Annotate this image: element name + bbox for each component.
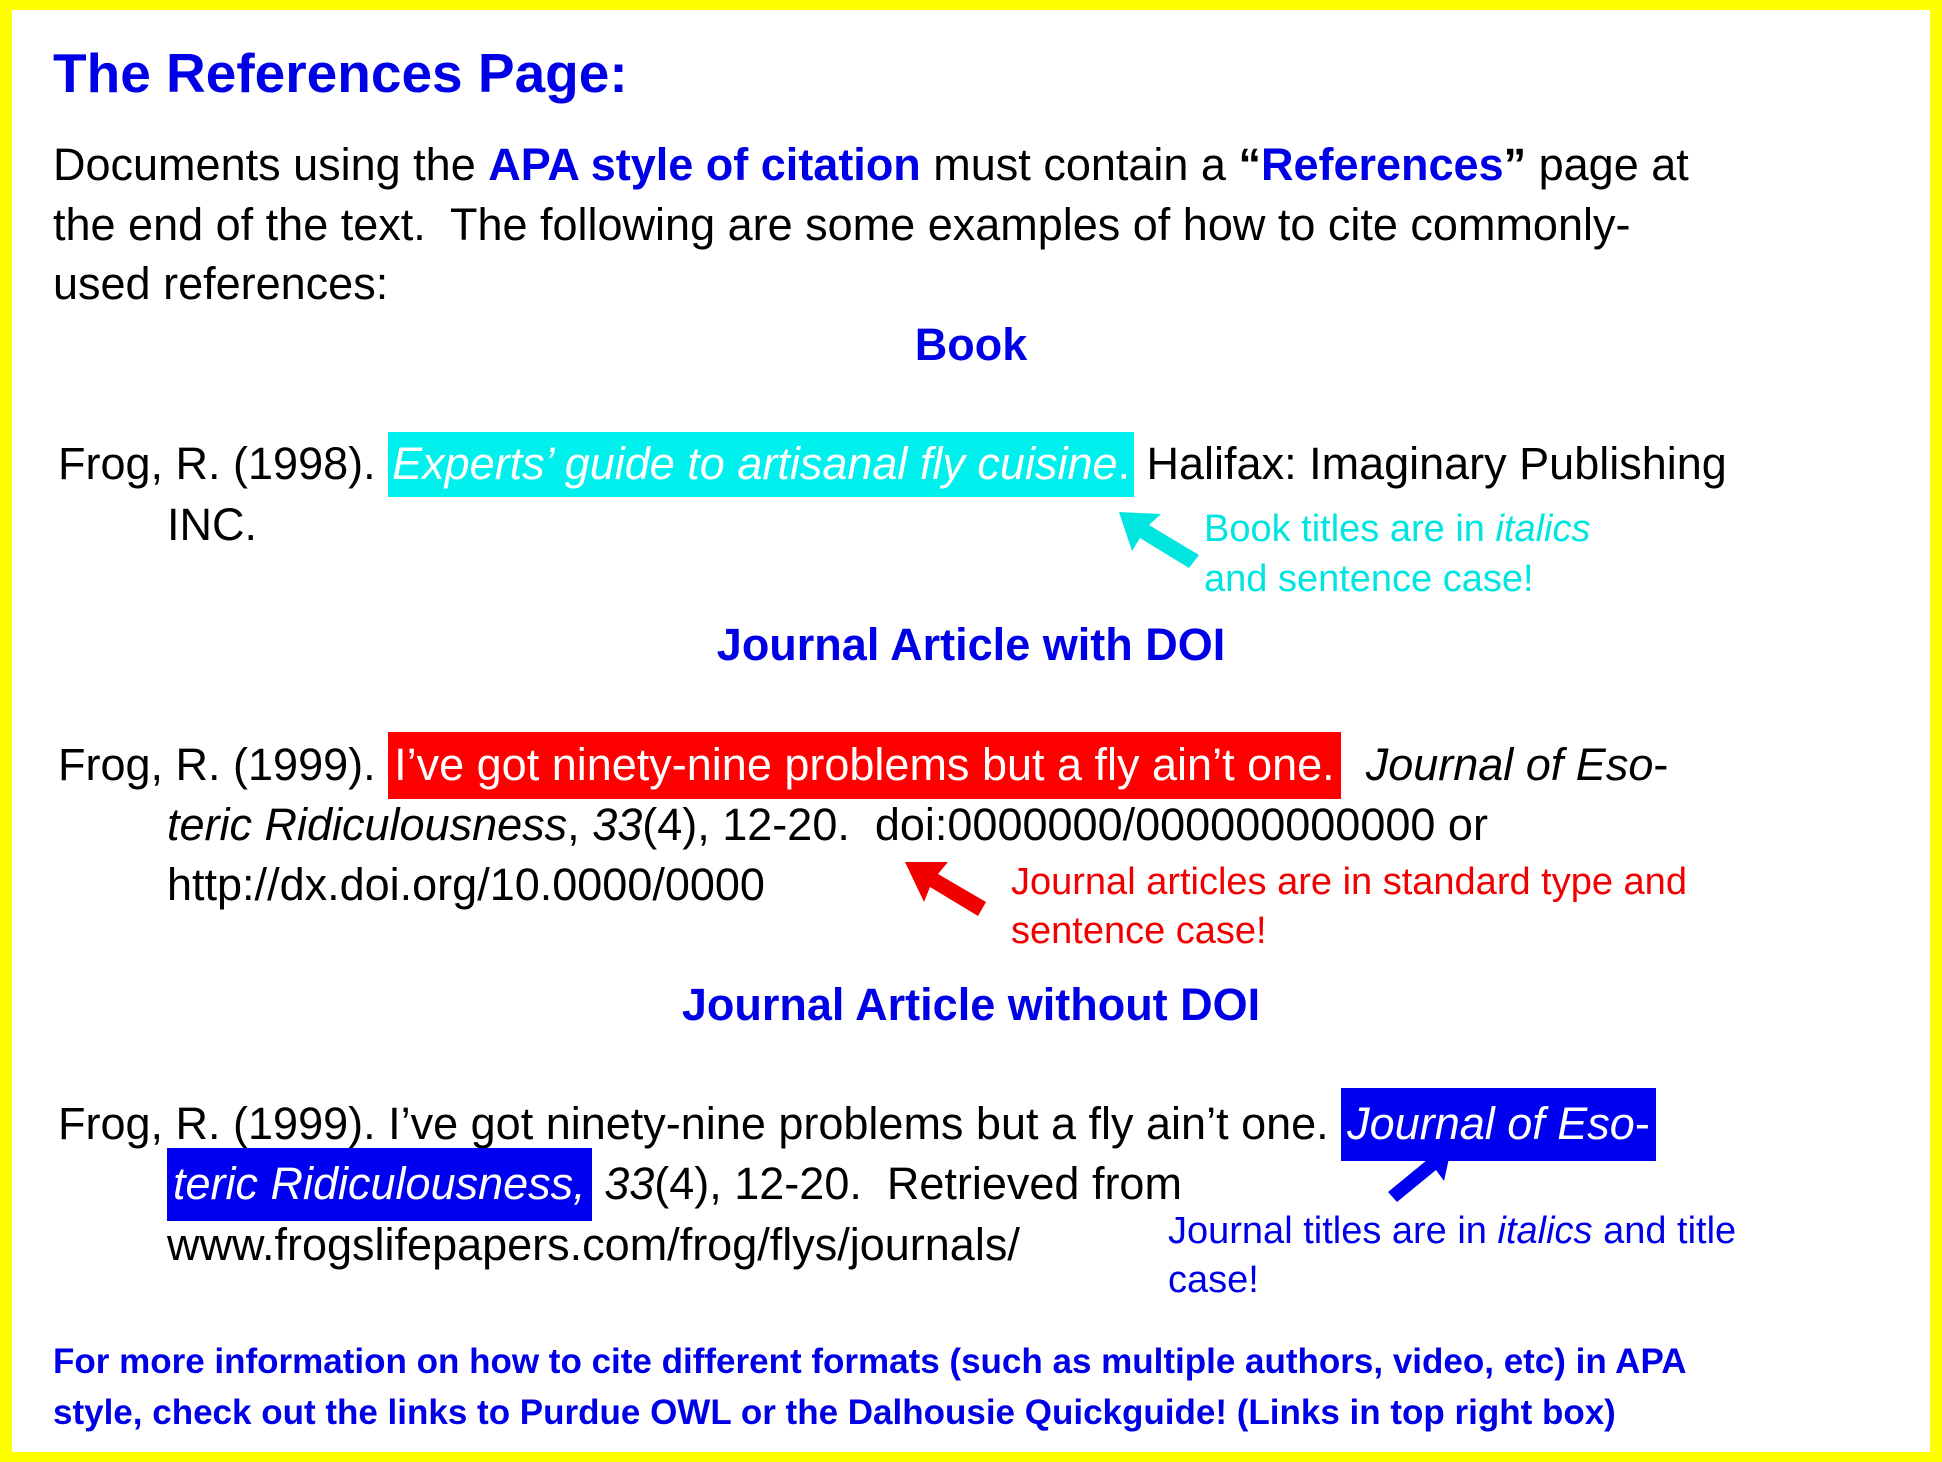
- doi-reference-line-1: Frog, R. (1999). I’ve got ninety-nine pr…: [58, 732, 1668, 799]
- apa-style-emphasis: APA style of citation: [488, 139, 921, 190]
- arrow-up-left-icon: [1119, 512, 1199, 568]
- doi-note-line-2: sentence case!: [1011, 910, 1267, 952]
- doi-reference-line-2: teric Ridiculousness, 33(4), 12-20. doi:…: [167, 799, 1488, 850]
- intro-line-1: Documents using the APA style of citatio…: [53, 139, 1689, 190]
- journal-note-line-1: Journal titles are in italics and title: [1168, 1210, 1737, 1252]
- doi-reference-line-3: http://dx.doi.org/10.0000/0000: [167, 859, 765, 910]
- arrow-up-left-icon: [905, 862, 986, 916]
- article-title-highlight: I’ve got ninety-nine problems but a fly …: [388, 732, 1341, 799]
- references-emphasis: References: [1260, 139, 1504, 190]
- intro-line-3: used references:: [53, 258, 389, 309]
- book-note-line-2: and sentence case!: [1204, 558, 1534, 600]
- book-heading: Book: [914, 319, 1028, 370]
- doi-note-line-1: Journal articles are in standard type an…: [1011, 861, 1687, 903]
- intro-line-2: the end of the text. The following are s…: [53, 199, 1631, 250]
- no-doi-reference-line-3: www.frogslifepapers.com/frog/flys/journa…: [167, 1219, 1020, 1270]
- footer-line-2: style, check out the links to Purdue OWL…: [53, 1393, 1616, 1432]
- book-reference-line-1: Frog, R. (1998). Experts’ guide to artis…: [58, 432, 1727, 497]
- journal-doi-heading: Journal Article with DOI: [716, 619, 1226, 670]
- references-slide: The References Page: Documents using the…: [12, 10, 1930, 1452]
- arrow-up-right-icon: [1388, 1140, 1453, 1202]
- book-reference-line-2: INC.: [167, 499, 257, 550]
- journal-title-highlight-continued: teric Ridiculousness,: [167, 1148, 592, 1221]
- journal-note-line-2: case!: [1168, 1259, 1259, 1301]
- footer-line-1: For more information on how to cite diff…: [53, 1342, 1687, 1381]
- page-title: The References Page:: [53, 42, 628, 104]
- book-title-highlight: Experts’ guide to artisanal fly cuisine.: [388, 432, 1135, 497]
- no-doi-reference-line-2: teric Ridiculousness, 33(4), 12-20. Retr…: [167, 1148, 1182, 1221]
- book-note-line-1: Book titles are in italics: [1204, 508, 1591, 550]
- journal-no-doi-heading: Journal Article without DOI: [681, 979, 1261, 1030]
